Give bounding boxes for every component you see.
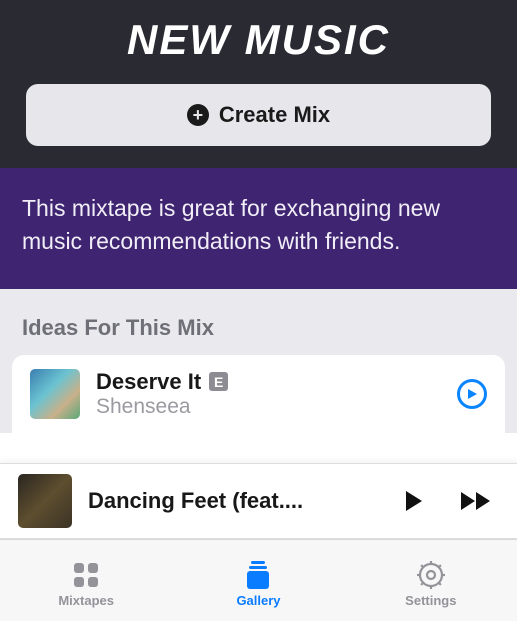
gear-icon xyxy=(416,559,446,591)
explicit-badge: E xyxy=(209,372,228,391)
ideas-heading: Ideas For This Mix xyxy=(0,315,517,355)
now-playing-album-art-icon xyxy=(18,474,72,528)
create-mix-button[interactable]: + Create Mix xyxy=(26,84,491,146)
plus-circle-icon: + xyxy=(187,104,209,126)
tab-settings[interactable]: Settings xyxy=(345,559,517,608)
album-art-icon xyxy=(30,369,80,419)
play-button[interactable] xyxy=(391,478,437,524)
grid-icon xyxy=(71,559,101,591)
tab-label: Settings xyxy=(405,593,456,608)
gallery-icon xyxy=(243,559,273,591)
play-icon xyxy=(404,490,424,512)
tab-gallery[interactable]: Gallery xyxy=(172,559,344,608)
header: NEW MUSIC + Create Mix xyxy=(0,0,517,168)
tab-bar: Mixtapes Gallery xyxy=(0,539,517,621)
now-playing-bar[interactable]: Dancing Feet (feat.... xyxy=(0,463,517,539)
tab-mixtapes[interactable]: Mixtapes xyxy=(0,559,172,608)
tab-label: Mixtapes xyxy=(58,593,114,608)
track-title: Deserve It xyxy=(96,369,201,395)
idea-track-row[interactable]: Deserve It E Shenseea xyxy=(12,355,505,433)
forward-button[interactable] xyxy=(453,478,499,524)
forward-icon xyxy=(460,491,492,511)
ideas-section: Ideas For This Mix Deserve It E Shenseea xyxy=(0,289,517,433)
mixtape-description: This mixtape is great for exchanging new… xyxy=(0,168,517,289)
track-artist: Shenseea xyxy=(96,395,441,419)
track-info: Deserve It E Shenseea xyxy=(96,369,441,419)
now-playing-title: Dancing Feet (feat.... xyxy=(88,488,375,514)
play-preview-button[interactable] xyxy=(457,379,487,409)
create-mix-label: Create Mix xyxy=(219,102,330,128)
play-icon xyxy=(467,388,478,400)
tab-label: Gallery xyxy=(236,593,280,608)
page-title: NEW MUSIC xyxy=(26,16,491,64)
